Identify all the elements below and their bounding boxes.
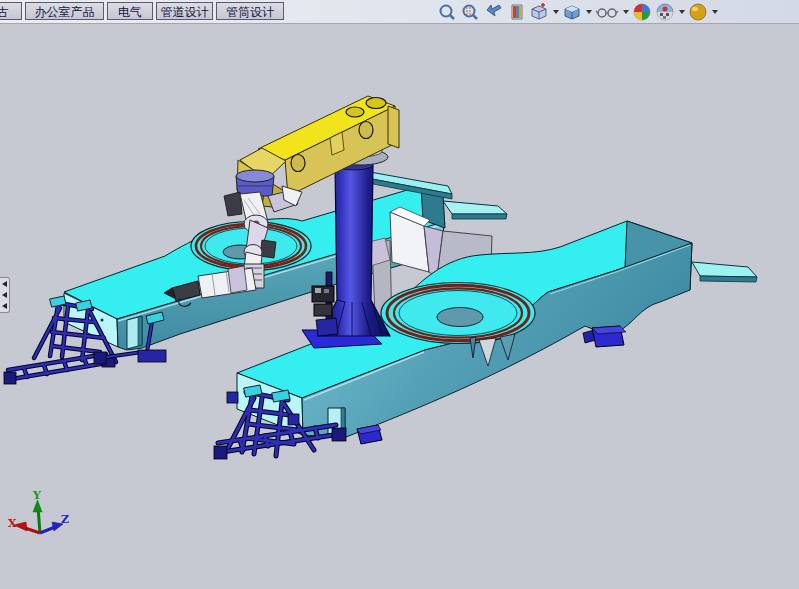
viewport-3d[interactable]: X Y Z xyxy=(0,0,799,589)
tab-partial[interactable]: 古 xyxy=(0,2,22,20)
edit-appearance-icon[interactable] xyxy=(632,2,652,22)
dropdown-arrow[interactable] xyxy=(623,10,629,14)
panel-expander[interactable] xyxy=(0,277,10,313)
display-style-icon[interactable] xyxy=(595,2,619,22)
tab-piping-design[interactable]: 管道设计 xyxy=(156,2,213,20)
previous-view-icon[interactable] xyxy=(483,2,505,22)
dropdown-arrow[interactable] xyxy=(679,10,685,14)
tab-tube-design[interactable]: 管筒设计 xyxy=(216,2,284,20)
triad-y-label: Y xyxy=(32,489,41,502)
apply-scene-icon[interactable] xyxy=(655,2,675,22)
dropdown-arrow[interactable] xyxy=(586,10,592,14)
right-beam-foot xyxy=(583,326,626,347)
left-arrow-icon xyxy=(2,281,7,287)
coordinate-triad: X Y Z xyxy=(8,489,69,533)
left-arrow-icon xyxy=(2,303,7,309)
dropdown-arrow[interactable] xyxy=(712,10,718,14)
tab-office-products[interactable]: 办公室产品 xyxy=(25,2,104,20)
view-settings-icon[interactable] xyxy=(688,2,708,22)
triad-z-label: Z xyxy=(61,513,69,526)
sketch-view-icon[interactable] xyxy=(529,2,549,22)
section-view-icon[interactable] xyxy=(508,2,526,22)
triad-x-label: X xyxy=(8,517,17,530)
tab-electrical[interactable]: 电气 xyxy=(107,2,153,20)
left-arrow-icon xyxy=(2,292,7,298)
right-beam-fin xyxy=(692,262,757,282)
view-orientation-icon[interactable] xyxy=(562,2,582,22)
solidworks-window: X Y Z 古 办公室产品 电气 管道设计 管筒设计 xyxy=(0,0,799,589)
command-tab-bar: 古 办公室产品 电气 管道设计 管筒设计 xyxy=(0,0,799,24)
zoom-to-fit-icon[interactable] xyxy=(437,2,457,22)
zoom-to-area-icon[interactable] xyxy=(460,2,480,22)
dropdown-arrow[interactable] xyxy=(553,10,559,14)
